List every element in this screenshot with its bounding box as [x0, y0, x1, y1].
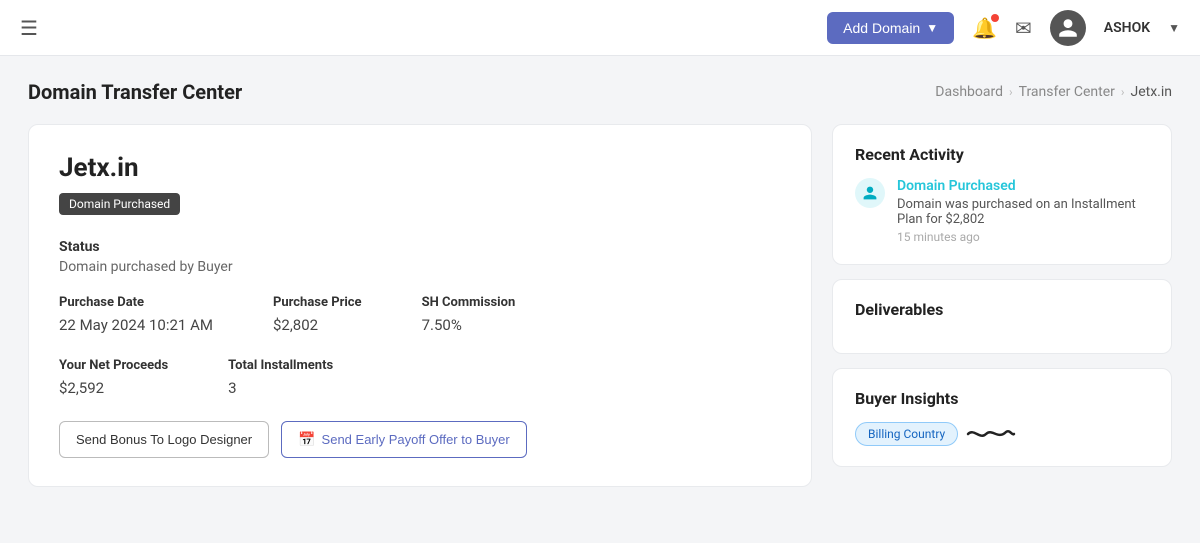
- sh-commission-value: 7.50%: [422, 316, 516, 334]
- net-proceeds-value: $2,592: [59, 379, 168, 397]
- send-payoff-button[interactable]: 📅 Send Early Payoff Offer to Buyer: [281, 421, 527, 458]
- breadcrumb-current: Jetx.in: [1130, 84, 1172, 100]
- purchase-date-value: 22 May 2024 10:21 AM: [59, 316, 213, 334]
- deliverables-title: Deliverables: [855, 300, 1149, 319]
- buyer-insights-card: Buyer Insights Billing Country: [832, 368, 1172, 467]
- flag-image-placeholder: [966, 422, 1016, 446]
- activity-title: Domain Purchased: [897, 178, 1149, 194]
- purchase-date-item: Purchase Date 22 May 2024 10:21 AM: [59, 295, 213, 334]
- activity-avatar: [855, 178, 885, 208]
- purchase-price-label: Purchase Price: [273, 295, 362, 310]
- calendar-icon: 📅: [298, 431, 315, 448]
- insights-tags: Billing Country: [855, 422, 1149, 446]
- chevron-down-icon: ▼: [926, 21, 938, 35]
- domain-card: Jetx.in Domain Purchased Status Domain p…: [28, 124, 812, 487]
- stats-row-2: Your Net Proceeds $2,592 Total Installme…: [59, 358, 781, 397]
- total-installments-label: Total Installments: [228, 358, 333, 373]
- status-value: Domain purchased by Buyer: [59, 259, 781, 275]
- status-section: Status Domain purchased by Buyer: [59, 239, 781, 275]
- breadcrumb-sep-1: ›: [1009, 85, 1013, 99]
- billing-country-tag[interactable]: Billing Country: [855, 422, 958, 446]
- activity-content: Domain Purchased Domain was purchased on…: [897, 178, 1149, 244]
- status-badge: Domain Purchased: [59, 193, 180, 215]
- sh-commission-item: SH Commission 7.50%: [422, 295, 516, 334]
- notification-dot: [991, 14, 999, 22]
- hamburger-menu-icon[interactable]: ☰: [20, 16, 38, 40]
- user-chevron-icon[interactable]: ▼: [1168, 21, 1180, 35]
- recent-activity-card: Recent Activity Domain Purchased Domain …: [832, 124, 1172, 265]
- top-navigation: ☰ Add Domain ▼ 🔔 ✉ ASHOK ▼: [0, 0, 1200, 56]
- purchase-date-date: 22 May 2024: [59, 316, 145, 334]
- page-header: Domain Transfer Center Dashboard › Trans…: [28, 80, 1172, 104]
- sh-commission-label: SH Commission: [422, 295, 516, 310]
- send-bonus-button[interactable]: Send Bonus To Logo Designer: [59, 421, 269, 458]
- net-proceeds-item: Your Net Proceeds $2,592: [59, 358, 168, 397]
- send-payoff-label: Send Early Payoff Offer to Buyer: [322, 432, 510, 447]
- breadcrumb-dashboard[interactable]: Dashboard: [935, 84, 1003, 100]
- content-grid: Jetx.in Domain Purchased Status Domain p…: [28, 124, 1172, 487]
- right-column: Recent Activity Domain Purchased Domain …: [832, 124, 1172, 467]
- mail-icon[interactable]: ✉: [1015, 16, 1032, 40]
- breadcrumb-sep-2: ›: [1121, 85, 1125, 99]
- recent-activity-title: Recent Activity: [855, 145, 1149, 164]
- total-installments-item: Total Installments 3: [228, 358, 333, 397]
- purchase-date-label: Purchase Date: [59, 295, 213, 310]
- status-label: Status: [59, 239, 781, 255]
- net-proceeds-label: Your Net Proceeds: [59, 358, 168, 373]
- activity-item: Domain Purchased Domain was purchased on…: [855, 178, 1149, 244]
- purchase-date-time: 10:21 AM: [149, 316, 213, 334]
- notification-icon[interactable]: 🔔: [972, 16, 997, 40]
- main-content: Domain Transfer Center Dashboard › Trans…: [0, 56, 1200, 511]
- page-title: Domain Transfer Center: [28, 80, 242, 104]
- avatar: [1050, 10, 1086, 46]
- buyer-insights-title: Buyer Insights: [855, 389, 1149, 408]
- add-domain-button[interactable]: Add Domain ▼: [827, 12, 954, 44]
- breadcrumb: Dashboard › Transfer Center › Jetx.in: [935, 84, 1172, 100]
- deliverables-card: Deliverables: [832, 279, 1172, 354]
- purchase-price-value: $2,802: [273, 316, 362, 334]
- total-installments-value: 3: [228, 379, 333, 397]
- stats-row-1: Purchase Date 22 May 2024 10:21 AM Purch…: [59, 295, 781, 334]
- user-name: ASHOK: [1104, 20, 1150, 36]
- domain-name: Jetx.in: [59, 153, 781, 183]
- action-buttons: Send Bonus To Logo Designer 📅 Send Early…: [59, 421, 781, 458]
- activity-description: Domain was purchased on an Installment P…: [897, 197, 1149, 227]
- breadcrumb-transfer-center[interactable]: Transfer Center: [1019, 84, 1115, 100]
- activity-time: 15 minutes ago: [897, 230, 1149, 244]
- purchase-price-item: Purchase Price $2,802: [273, 295, 362, 334]
- add-domain-label: Add Domain: [843, 20, 920, 36]
